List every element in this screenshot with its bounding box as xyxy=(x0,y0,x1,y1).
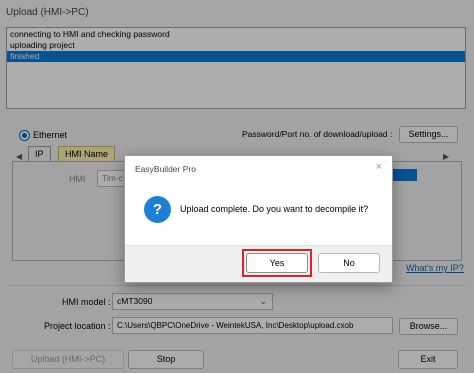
yes-button[interactable]: Yes xyxy=(246,253,308,273)
no-button[interactable]: No xyxy=(318,253,380,273)
dialog-title: EasyBuilder Pro xyxy=(135,164,196,174)
question-icon: ? xyxy=(144,196,171,223)
dialog-message: Upload complete. Do you want to decompil… xyxy=(180,204,369,214)
decompile-dialog: EasyBuilder Pro × ? Upload complete. Do … xyxy=(124,155,393,283)
close-icon[interactable]: × xyxy=(376,161,382,173)
dialog-footer: Yes No xyxy=(125,245,392,282)
